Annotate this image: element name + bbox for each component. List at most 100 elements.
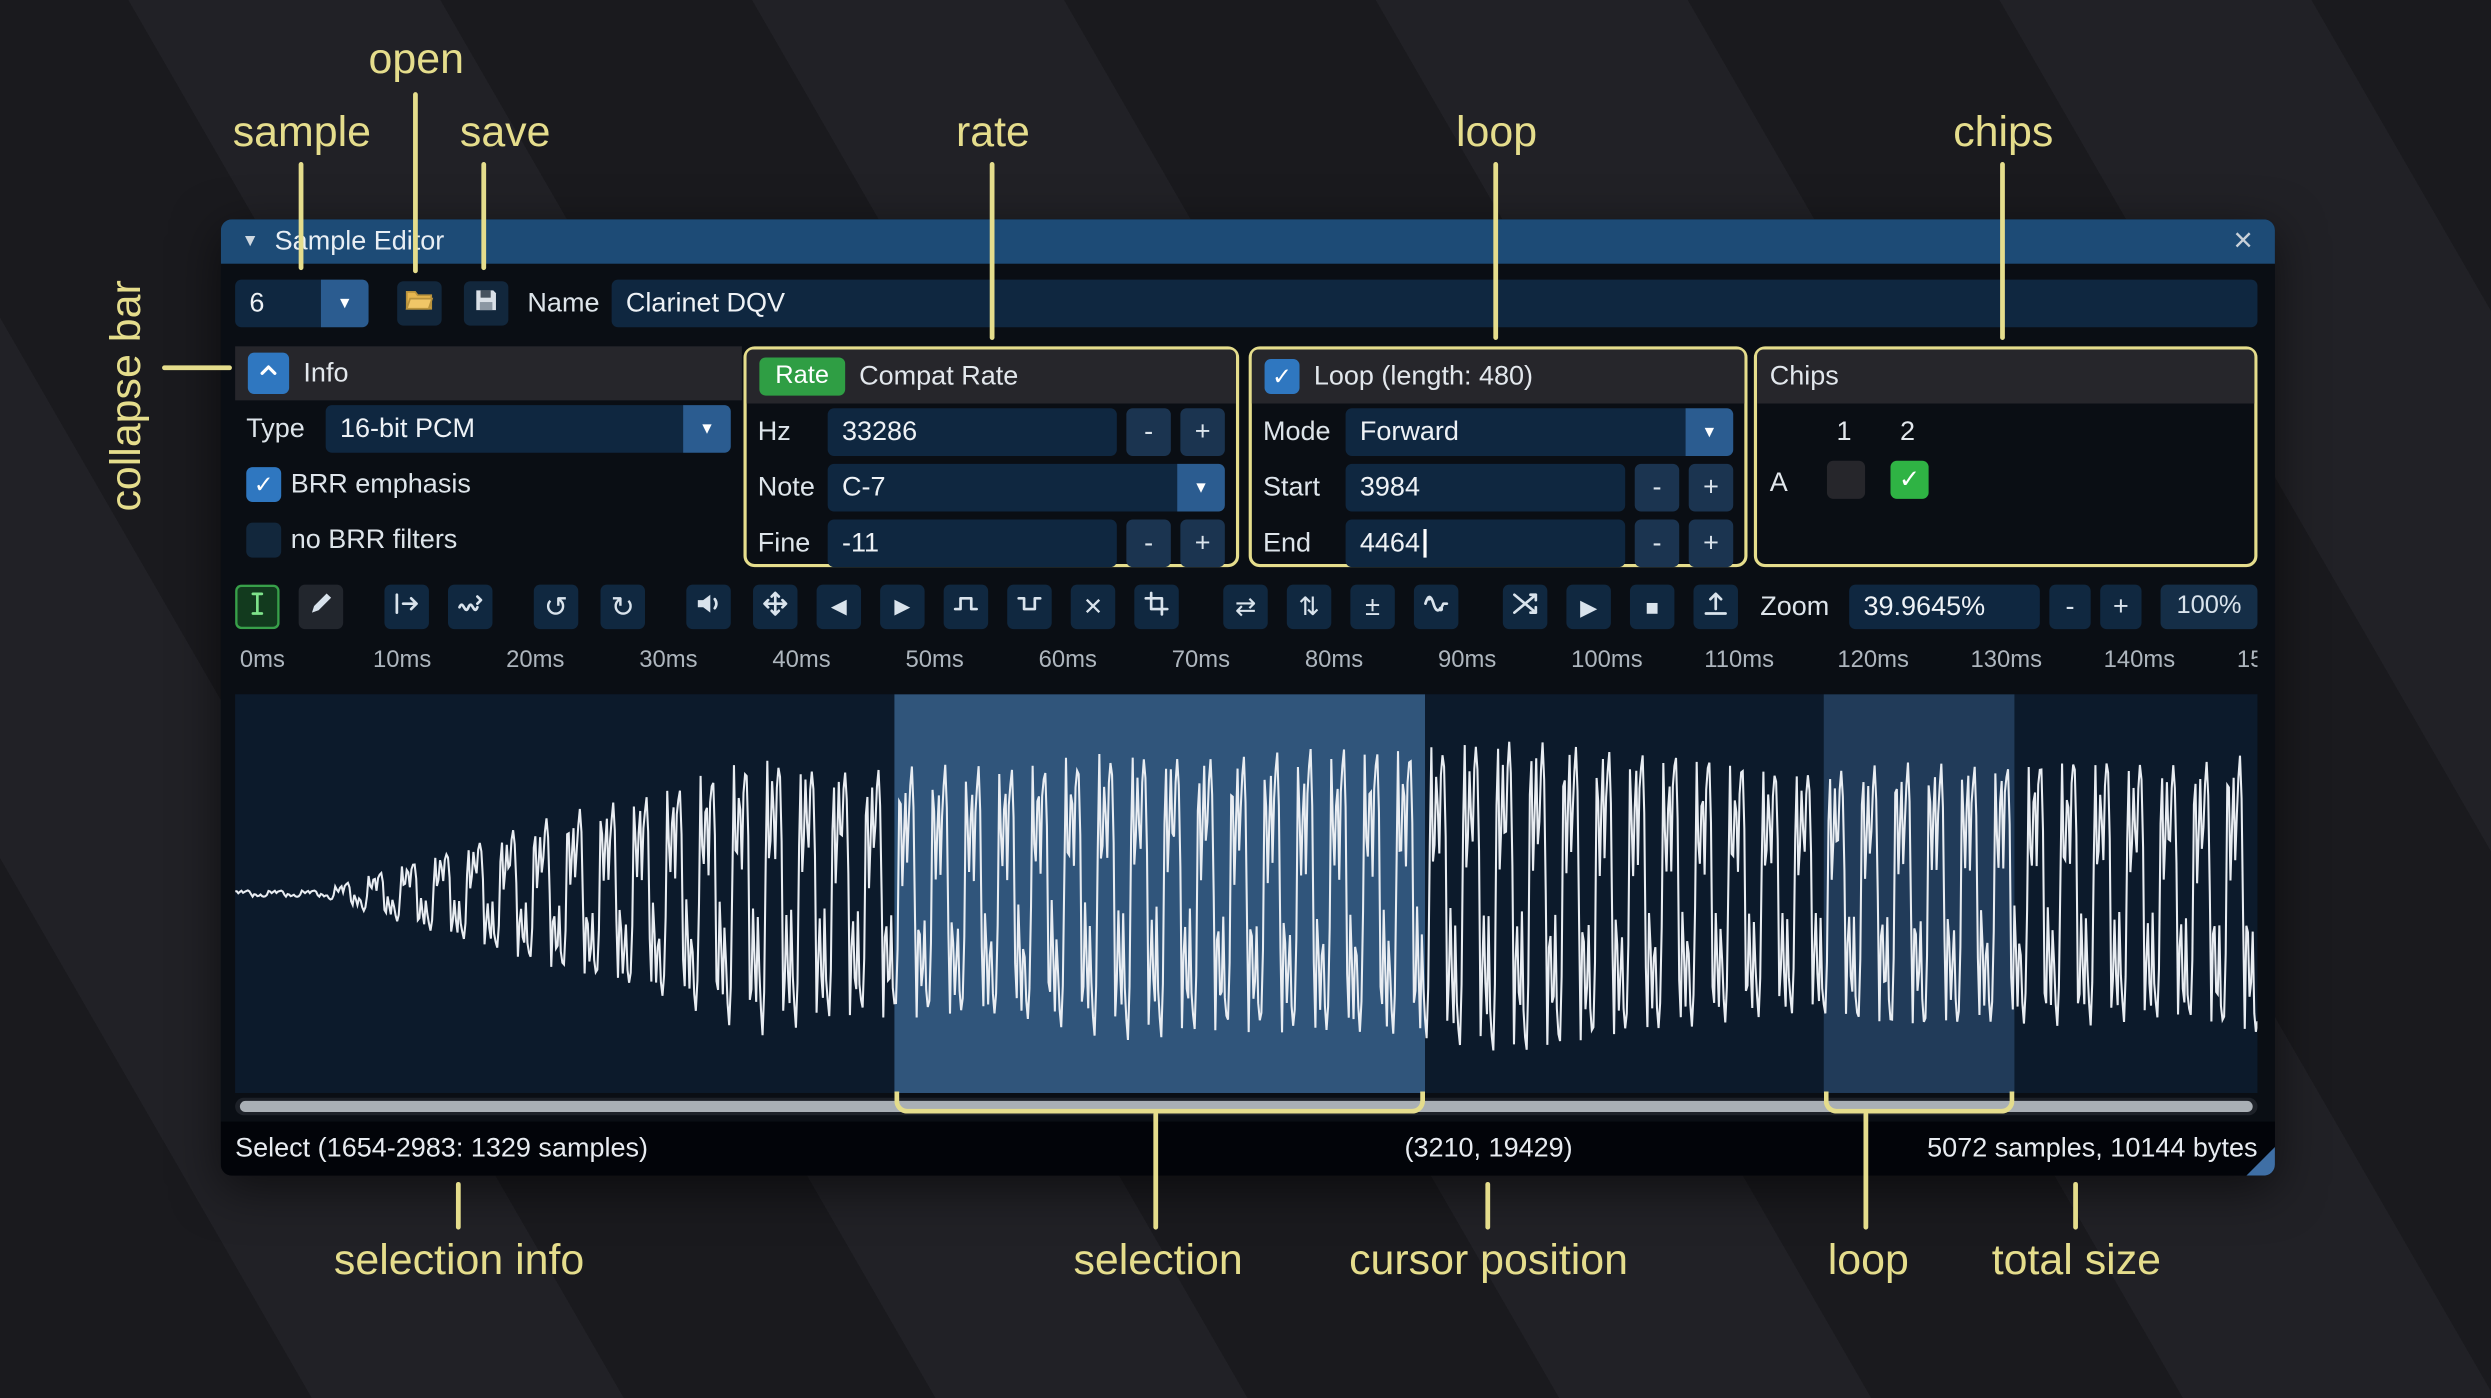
type-value: 16-bit PCM	[339, 413, 476, 444]
note-row: Note C-7 ▼	[757, 463, 1225, 512]
annotation-total-size-line	[2073, 1181, 2078, 1230]
loop-end-label: End	[1262, 527, 1312, 558]
rate-badge-button[interactable]: Rate	[759, 357, 845, 396]
note-value: C-7	[841, 471, 886, 503]
loop-end-value: 4464	[1359, 527, 1420, 558]
annotation-cursor-position-line	[1485, 1181, 1491, 1230]
invert-button[interactable]: ⇅	[1286, 584, 1332, 630]
type-dropdown-button[interactable]: ▼	[683, 405, 731, 453]
window-titlebar[interactable]: ▼ Sample Editor ×	[220, 219, 2275, 264]
rate-section-header: Rate Compat Rate	[746, 349, 1236, 404]
resample-button[interactable]	[447, 584, 493, 630]
resize-button[interactable]	[384, 584, 429, 630]
trim-button[interactable]	[1134, 584, 1179, 630]
draw-tool-button[interactable]	[298, 584, 344, 630]
chip-a1-checkbox[interactable]	[1826, 460, 1866, 499]
apply-silence-icon	[1015, 589, 1044, 624]
normalize-button[interactable]	[753, 584, 798, 630]
redo-button[interactable]: ↻	[600, 584, 645, 630]
loop-section: ✓ Loop (length: 480) Mode Forward ▼ Star…	[1248, 346, 1748, 568]
type-label: Type	[246, 413, 305, 444]
loop-start-minus-button[interactable]: -	[1634, 463, 1680, 512]
reverse-button[interactable]: ⇄	[1223, 584, 1268, 630]
collapse-bar-button[interactable]	[247, 352, 290, 394]
loop-start-input[interactable]: 3984	[1345, 463, 1626, 512]
check-icon: ✓	[253, 471, 274, 499]
scrollbar-thumb[interactable]	[239, 1100, 2253, 1113]
signedness-button[interactable]: ±	[1350, 584, 1395, 630]
loop-end-input[interactable]: 4464	[1345, 519, 1626, 568]
loop-enable-checkbox[interactable]: ✓	[1264, 359, 1300, 394]
chip-a2-checkbox[interactable]: ✓	[1890, 460, 1929, 499]
loop-start-plus-button[interactable]: +	[1688, 463, 1734, 512]
delete-button[interactable]: ×	[1070, 584, 1116, 630]
chip-column-1-label: 1	[1836, 416, 1852, 447]
filter-button[interactable]	[1413, 584, 1459, 630]
filter-wave-icon	[1422, 589, 1451, 624]
sample-name-input[interactable]: Clarinet DQV	[611, 279, 2258, 328]
check-icon: ✓	[1272, 363, 1293, 391]
amplify-button[interactable]	[686, 584, 731, 630]
resample-icon	[456, 589, 485, 624]
sample-toolbar: ↺ ↻ ◀ ▶ × ⇄ ⇅ ± ▶ ■ Zoom 39.9645% - + 10…	[221, 581, 2275, 635]
preview-button[interactable]: ▶	[1566, 584, 1611, 630]
zoom-in-button[interactable]: +	[2100, 584, 2142, 630]
speaker-icon	[694, 589, 723, 624]
waveform-view[interactable]	[235, 694, 2258, 1093]
window-collapse-icon[interactable]: ▼	[241, 232, 258, 251]
timeline-ruler[interactable]: 0ms 10ms 20ms 30ms 40ms 50ms 60ms 70ms 80ms 90ms 1…	[235, 642, 2258, 683]
type-combo[interactable]: 16-bit PCM ▼	[325, 405, 731, 453]
fine-minus-button[interactable]: -	[1126, 519, 1171, 568]
waveform-svg	[235, 741, 2258, 1051]
crossfade-icon	[1511, 589, 1540, 624]
hz-plus-button[interactable]: +	[1180, 408, 1225, 456]
window-resize-handle[interactable]	[2246, 1147, 2275, 1176]
timeline-label: 100ms	[1571, 646, 1643, 674]
select-tool-button[interactable]	[235, 584, 280, 630]
close-icon[interactable]: ×	[2221, 219, 2265, 263]
loop-start-value: 3984	[1359, 471, 1420, 503]
apply-silence-button[interactable]	[1007, 584, 1052, 630]
sample-number-dropdown-button[interactable]: ▼	[320, 279, 369, 328]
timeline-label: 60ms	[1038, 646, 1097, 674]
loop-end-minus-button[interactable]: -	[1634, 519, 1680, 568]
brr-emphasis-checkbox[interactable]: ✓	[246, 467, 282, 503]
note-dropdown-button[interactable]: ▼	[1177, 463, 1225, 512]
chip-column-2-label: 2	[1900, 416, 1916, 447]
fine-plus-button[interactable]: +	[1180, 519, 1225, 568]
hz-minus-button[interactable]: -	[1126, 408, 1171, 456]
insert-silence-button[interactable]	[943, 584, 989, 630]
annotation-cursor-position-label: cursor position	[1349, 1235, 1629, 1284]
fade-out-button[interactable]: ▶	[880, 584, 925, 630]
zoom-reset-button[interactable]: 100%	[2160, 584, 2258, 630]
create-wavetable-button[interactable]	[1693, 584, 1738, 630]
note-label: Note	[757, 471, 815, 503]
crossfade-loop-button[interactable]	[1502, 584, 1548, 630]
info-section-header: Info	[235, 346, 742, 401]
open-sample-button[interactable]	[397, 281, 442, 326]
loop-mode-value: Forward	[1359, 416, 1459, 447]
annotation-chips-label: chips	[1953, 108, 2054, 156]
type-row: Type 16-bit PCM ▼	[246, 405, 731, 453]
annotation-collapse-bar-label: collapse bar	[101, 280, 150, 512]
loop-mode-combo[interactable]: Forward ▼	[1345, 408, 1734, 456]
hz-input[interactable]: 33286	[827, 408, 1117, 456]
fine-label: Fine	[757, 527, 811, 558]
window-title: Sample Editor	[274, 225, 445, 256]
fade-in-button[interactable]: ◀	[816, 584, 862, 630]
zoom-out-button[interactable]: -	[2049, 584, 2091, 630]
fine-input[interactable]: -11	[827, 519, 1117, 568]
stop-button[interactable]: ■	[1629, 584, 1675, 630]
loop-mode-dropdown-button[interactable]: ▼	[1685, 408, 1734, 456]
fade-in-icon: ◀	[830, 594, 847, 618]
save-sample-button[interactable]	[463, 281, 509, 326]
horizontal-scrollbar[interactable]	[235, 1097, 2258, 1116]
sample-number-combo[interactable]: 6 ▼	[235, 279, 369, 328]
undo-button[interactable]: ↺	[533, 584, 579, 630]
no-brr-filters-checkbox[interactable]	[246, 522, 282, 558]
zoom-input[interactable]: 39.9645%	[1849, 584, 2040, 630]
loop-end-plus-button[interactable]: +	[1688, 519, 1734, 568]
zoom-label: Zoom	[1760, 590, 1830, 622]
fade-out-icon: ▶	[894, 594, 911, 618]
note-combo[interactable]: C-7 ▼	[827, 463, 1225, 512]
